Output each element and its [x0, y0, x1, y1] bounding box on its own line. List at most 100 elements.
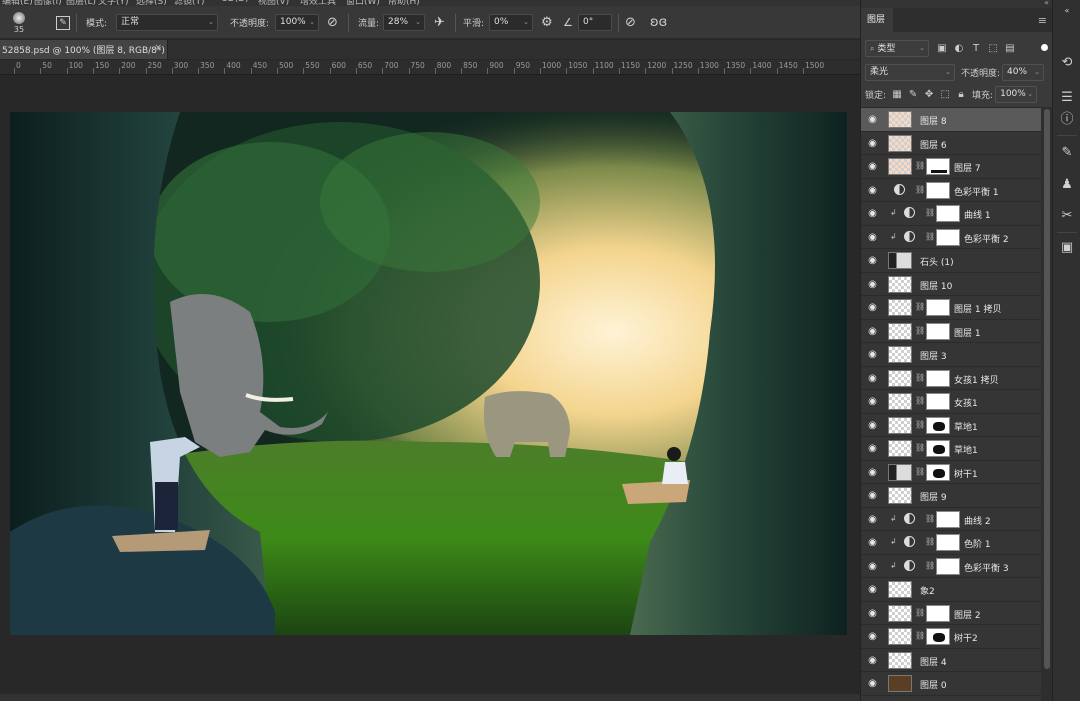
- layer-row[interactable]: ◉ ⛓ 图层 1 拷贝: [861, 296, 1041, 320]
- panel-collapse-bar[interactable]: «: [861, 0, 1053, 8]
- visibility-eye-icon[interactable]: ◉: [867, 326, 878, 337]
- mask-link-icon[interactable]: ⛓: [915, 608, 925, 617]
- layer-name[interactable]: 图层 4: [920, 655, 947, 668]
- clone-source-icon[interactable]: ♟: [1059, 177, 1075, 193]
- brush-panel-toggle[interactable]: ✎: [56, 6, 70, 39]
- mask-link-icon[interactable]: ⛓: [925, 208, 935, 217]
- layer-name[interactable]: 树干2: [954, 631, 978, 644]
- brush-settings-icon[interactable]: ✎: [1059, 145, 1075, 161]
- visibility-eye-icon[interactable]: ◉: [867, 396, 878, 407]
- layer-thumbnail[interactable]: [888, 346, 912, 363]
- layer-row[interactable]: ◉ ⛓ 草地1: [861, 414, 1041, 437]
- visibility-eye-icon[interactable]: ◉: [867, 490, 878, 501]
- layer-name[interactable]: 色彩平衡 3: [964, 561, 1009, 574]
- mask-link-icon[interactable]: ⛓: [915, 326, 925, 335]
- layer-name[interactable]: 图层 10: [920, 279, 952, 292]
- layer-thumbnail[interactable]: [888, 675, 912, 692]
- layer-name[interactable]: 草地1: [954, 420, 978, 433]
- layer-name[interactable]: 图层 9: [920, 490, 947, 503]
- layer-name[interactable]: 曲线 2: [964, 514, 991, 527]
- layer-name[interactable]: 图层 8: [920, 114, 947, 127]
- mask-link-icon[interactable]: ⛓: [915, 467, 925, 476]
- layer-row[interactable]: ◉ 石头 (1): [861, 249, 1041, 273]
- layer-mask-thumbnail[interactable]: [926, 628, 950, 645]
- layer-name[interactable]: 女孩1 拷贝: [954, 373, 999, 386]
- visibility-eye-icon[interactable]: ◉: [867, 279, 878, 290]
- mask-link-icon[interactable]: ⛓: [925, 514, 935, 523]
- visibility-eye-icon[interactable]: ◉: [867, 161, 878, 172]
- layer-row[interactable]: ◉ ⛓ 图层 1: [861, 320, 1041, 343]
- layer-row[interactable]: ◉ ⛓ 草地1: [861, 437, 1041, 461]
- layer-name[interactable]: 色阶 1: [964, 537, 991, 550]
- visibility-eye-icon[interactable]: ◉: [867, 561, 878, 572]
- visibility-eye-icon[interactable]: ◉: [867, 208, 878, 219]
- layer-thumbnail[interactable]: [888, 440, 912, 457]
- mask-link-icon[interactable]: ⛓: [925, 561, 935, 570]
- layer-row[interactable]: ◉ 图层 8: [861, 108, 1041, 132]
- layer-row[interactable]: ◉ ⛓ 树干2: [861, 625, 1041, 649]
- layer-mask-thumbnail[interactable]: [936, 557, 960, 575]
- fill-field[interactable]: 100% ⌄: [995, 85, 1038, 103]
- layer-name[interactable]: 图层 1 拷贝: [954, 302, 1001, 315]
- visibility-eye-icon[interactable]: ◉: [867, 608, 878, 619]
- tab-layers[interactable]: 图层: [861, 8, 893, 32]
- lock-artboard-icon[interactable]: ⬚: [940, 89, 950, 100]
- visibility-eye-icon[interactable]: ◉: [867, 185, 878, 196]
- layer-name[interactable]: 图层 2: [954, 608, 981, 621]
- layer-mask-thumbnail[interactable]: [936, 510, 960, 528]
- layer-row[interactable]: ◉ ↲ ⛓ 色阶 1: [861, 531, 1041, 555]
- layer-mask-thumbnail[interactable]: [926, 463, 950, 481]
- pressure-size-toggle[interactable]: ⊘: [625, 6, 636, 39]
- close-icon[interactable]: ×: [154, 43, 162, 53]
- layer-thumbnail[interactable]: [888, 393, 912, 410]
- mask-link-icon[interactable]: ⛓: [915, 302, 925, 311]
- layer-thumbnail[interactable]: [888, 369, 912, 387]
- filter-smartobject-icon[interactable]: ▤: [1005, 43, 1015, 54]
- scrollbar-thumb[interactable]: [1044, 109, 1050, 669]
- mask-link-icon[interactable]: ⛓: [915, 396, 925, 405]
- layer-thumbnail[interactable]: [888, 487, 912, 504]
- visibility-eye-icon[interactable]: ◉: [867, 232, 878, 243]
- document-canvas[interactable]: [10, 112, 847, 635]
- lock-transparency-icon[interactable]: ▦: [892, 89, 902, 100]
- info-icon[interactable]: ⓘ: [1059, 112, 1075, 128]
- lock-pixels-icon[interactable]: ✎: [908, 89, 918, 100]
- layer-thumbnail[interactable]: [888, 252, 912, 269]
- layer-name[interactable]: 图层 6: [920, 138, 947, 151]
- opacity-field[interactable]: 100% ⌄: [275, 14, 319, 31]
- layer-name[interactable]: 曲线 1: [964, 208, 991, 221]
- layer-thumbnail[interactable]: [888, 416, 912, 434]
- layer-thumbnail[interactable]: [888, 275, 912, 293]
- layer-mask-thumbnail[interactable]: [936, 534, 960, 551]
- layer-name[interactable]: 树干1: [954, 467, 978, 480]
- layer-row[interactable]: ◉ ↲ ⛓ 色彩平衡 2: [861, 226, 1041, 249]
- layer-row[interactable]: ◉ ⛓ 图层 2: [861, 602, 1041, 625]
- visibility-eye-icon[interactable]: ◉: [867, 302, 878, 313]
- smoothing-field[interactable]: 0% ⌄: [489, 14, 533, 31]
- panel-menu-icon[interactable]: ≡: [1038, 14, 1047, 27]
- layer-row[interactable]: ◉ 图层 6: [861, 132, 1041, 155]
- lock-all-icon[interactable]: 🔒︎: [956, 89, 966, 100]
- layer-thumbnail[interactable]: [888, 604, 912, 622]
- visibility-eye-icon[interactable]: ◉: [867, 255, 878, 266]
- layer-thumbnail[interactable]: [888, 463, 912, 481]
- layer-thumbnail[interactable]: [888, 628, 912, 645]
- mask-link-icon[interactable]: ⛓: [915, 443, 925, 452]
- adjustments-icon[interactable]: ☰: [1059, 90, 1075, 106]
- visibility-eye-icon[interactable]: ◉: [867, 631, 878, 642]
- menu-item[interactable]: 3D(D): [222, 0, 249, 4]
- symmetry-button[interactable]: ʚɞ: [650, 6, 667, 39]
- layer-name[interactable]: 图层 0: [920, 678, 947, 691]
- layer-name[interactable]: 图层 7: [954, 161, 981, 174]
- visibility-eye-icon[interactable]: ◉: [867, 467, 878, 478]
- layer-name[interactable]: 色彩平衡 2: [964, 232, 1009, 245]
- mask-link-icon[interactable]: ⛓: [915, 185, 925, 194]
- layer-mask-thumbnail[interactable]: [926, 604, 950, 622]
- visibility-eye-icon[interactable]: ◉: [867, 655, 878, 666]
- layer-row[interactable]: ◉ ↲ ⛓ 色彩平衡 3: [861, 555, 1041, 578]
- history-icon[interactable]: ⟲: [1059, 55, 1075, 71]
- layer-name[interactable]: 图层 1: [954, 326, 981, 339]
- layer-name[interactable]: 石头 (1): [920, 255, 954, 268]
- layer-mask-thumbnail[interactable]: [926, 322, 950, 340]
- mask-link-icon[interactable]: ⛓: [925, 537, 935, 546]
